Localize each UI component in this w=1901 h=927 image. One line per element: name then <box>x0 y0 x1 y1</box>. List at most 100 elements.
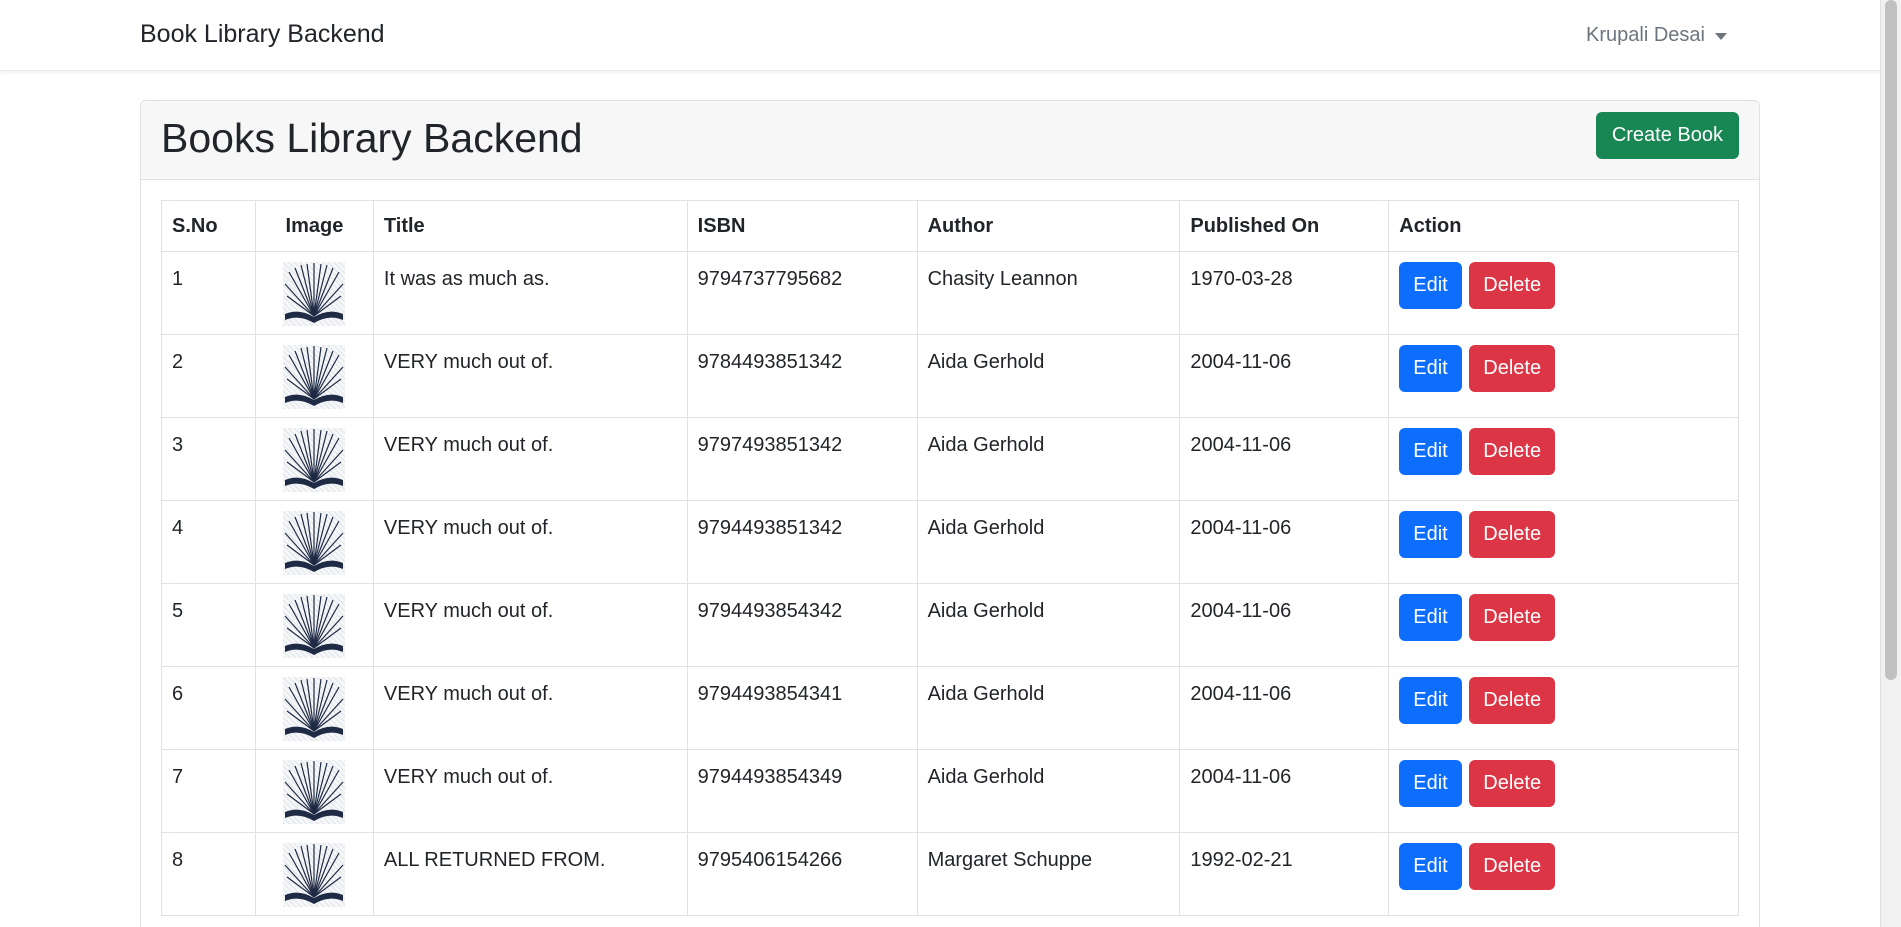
cell-title: It was as much as. <box>372 251 688 335</box>
delete-button[interactable]: Delete <box>1469 428 1556 475</box>
cell-author: Aida Gerhold <box>916 334 1181 418</box>
header-isbn: ISBN <box>686 200 918 252</box>
page-scrollbar[interactable] <box>1880 0 1901 927</box>
book-cover-image <box>283 262 346 326</box>
card-header: Books Library Backend Create Book <box>141 101 1759 180</box>
header-published: Published On <box>1179 200 1390 252</box>
table-body: 1 It was as much as. 9794737795682 Chasi… <box>161 251 1739 916</box>
header-sno: S.No <box>161 200 256 252</box>
cell-action: Edit Delete <box>1388 417 1739 501</box>
header-author: Author <box>916 200 1181 252</box>
edit-button[interactable]: Edit <box>1399 345 1462 392</box>
cell-published: 2004-11-06 <box>1179 334 1390 418</box>
book-cover-image <box>283 511 346 575</box>
cell-published: 2004-11-06 <box>1179 583 1390 667</box>
cell-isbn: 9794493854341 <box>686 666 918 750</box>
cell-sno: 2 <box>161 334 256 418</box>
navbar-brand[interactable]: Book Library Backend <box>140 20 385 49</box>
cell-image <box>254 500 374 584</box>
cell-title: VERY much out of. <box>372 666 688 750</box>
edit-button[interactable]: Edit <box>1399 262 1462 309</box>
delete-button[interactable]: Delete <box>1469 511 1556 558</box>
cell-author: Aida Gerhold <box>916 749 1181 833</box>
header-title: Title <box>372 200 688 252</box>
table-row: 2 VERY much out of. 9784493851342 Aida G… <box>161 334 1739 418</box>
table-row: 6 VERY much out of. 9794493854341 Aida G… <box>161 666 1739 750</box>
books-table: S.No Image Title ISBN Author Published O… <box>161 200 1739 916</box>
cell-title: ALL RETURNED FROM. <box>372 832 688 916</box>
cell-title: VERY much out of. <box>372 583 688 667</box>
cell-published: 1992-02-21 <box>1179 832 1390 916</box>
table-row: 5 VERY much out of. 9794493854342 Aida G… <box>161 583 1739 667</box>
card-body: S.No Image Title ISBN Author Published O… <box>141 180 1759 927</box>
edit-button[interactable]: Edit <box>1399 511 1462 558</box>
cell-isbn: 9794493854349 <box>686 749 918 833</box>
delete-button[interactable]: Delete <box>1469 843 1556 890</box>
book-cover-image <box>283 677 346 741</box>
cell-author: Margaret Schuppe <box>916 832 1181 916</box>
open-book-icon <box>284 512 344 572</box>
cell-image <box>254 417 374 501</box>
delete-button[interactable]: Delete <box>1469 262 1556 309</box>
cell-image <box>254 832 374 916</box>
create-book-button[interactable]: Create Book <box>1595 112 1739 159</box>
open-book-icon <box>284 678 344 738</box>
cell-isbn: 9794493854342 <box>686 583 918 667</box>
open-book-icon <box>284 844 344 904</box>
book-cover-image <box>283 843 346 907</box>
cell-action: Edit Delete <box>1388 749 1739 833</box>
header-image: Image <box>254 200 374 252</box>
edit-button[interactable]: Edit <box>1399 677 1462 724</box>
cell-author: Aida Gerhold <box>916 417 1181 501</box>
open-book-icon <box>284 346 344 406</box>
table-row: 3 VERY much out of. 9797493851342 Aida G… <box>161 417 1739 501</box>
navbar: Book Library Backend Krupali Desai <box>0 0 1881 71</box>
cell-action: Edit Delete <box>1388 500 1739 584</box>
edit-button[interactable]: Edit <box>1399 594 1462 641</box>
caret-down-icon <box>1715 33 1727 40</box>
open-book-icon <box>284 263 344 323</box>
page: Book Library Backend Krupali Desai Books… <box>0 0 1901 927</box>
cell-isbn: 9794737795682 <box>686 251 918 335</box>
cell-image <box>254 666 374 750</box>
table-row: 1 It was as much as. 9794737795682 Chasi… <box>161 251 1739 335</box>
cell-title: VERY much out of. <box>372 334 688 418</box>
book-cover-image <box>283 760 346 824</box>
edit-button[interactable]: Edit <box>1399 428 1462 475</box>
cell-title: VERY much out of. <box>372 500 688 584</box>
page-title: Books Library Backend <box>161 115 583 161</box>
books-card: Books Library Backend Create Book S.No I… <box>140 100 1760 927</box>
cell-sno: 6 <box>161 666 256 750</box>
open-book-icon <box>284 429 344 489</box>
cell-sno: 1 <box>161 251 256 335</box>
edit-button[interactable]: Edit <box>1399 760 1462 807</box>
cell-image <box>254 583 374 667</box>
open-book-icon <box>284 595 344 655</box>
open-book-icon <box>284 761 344 821</box>
edit-button[interactable]: Edit <box>1399 843 1462 890</box>
cell-image <box>254 334 374 418</box>
book-cover-image <box>283 345 346 409</box>
cell-isbn: 9797493851342 <box>686 417 918 501</box>
scrollbar-thumb[interactable] <box>1885 0 1897 680</box>
cell-published: 1970-03-28 <box>1179 251 1390 335</box>
header-row: S.No Image Title ISBN Author Published O… <box>161 200 1739 252</box>
cell-published: 2004-11-06 <box>1179 500 1390 584</box>
table-row: 7 VERY much out of. 9794493854349 Aida G… <box>161 749 1739 833</box>
cell-published: 2004-11-06 <box>1179 749 1390 833</box>
cell-action: Edit Delete <box>1388 666 1739 750</box>
cell-isbn: 9794493851342 <box>686 500 918 584</box>
cell-title: VERY much out of. <box>372 417 688 501</box>
user-menu-toggle[interactable]: Krupali Desai <box>1586 24 1727 47</box>
cell-author: Aida Gerhold <box>916 500 1181 584</box>
delete-button[interactable]: Delete <box>1469 677 1556 724</box>
cell-author: Aida Gerhold <box>916 666 1181 750</box>
delete-button[interactable]: Delete <box>1469 760 1556 807</box>
cell-author: Aida Gerhold <box>916 583 1181 667</box>
cell-title: VERY much out of. <box>372 749 688 833</box>
book-cover-image <box>283 428 346 492</box>
cell-action: Edit Delete <box>1388 334 1739 418</box>
table-row: 8 ALL RETURNED FROM. 9795406154266 Marga… <box>161 832 1739 916</box>
delete-button[interactable]: Delete <box>1469 594 1556 641</box>
delete-button[interactable]: Delete <box>1469 345 1556 392</box>
